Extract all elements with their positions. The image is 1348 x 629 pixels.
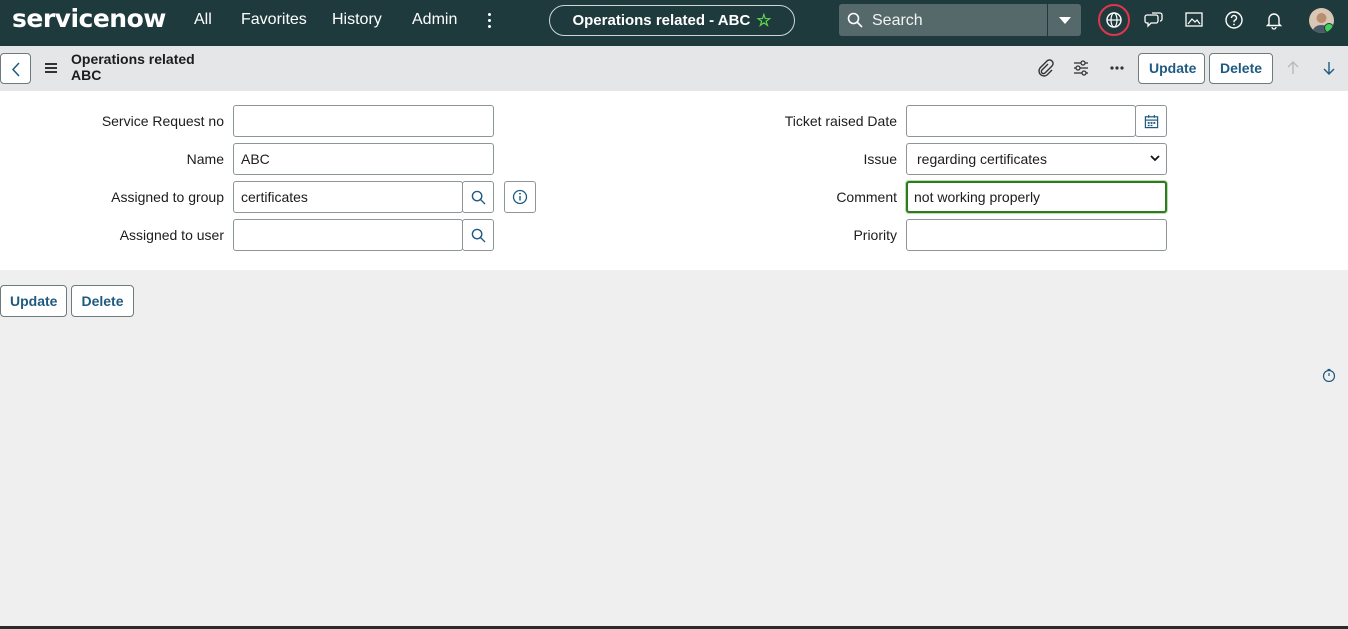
arrow-down-icon[interactable] — [1319, 58, 1339, 78]
search-scope-dropdown[interactable] — [1047, 4, 1081, 36]
assigned-to-user-field[interactable] — [233, 219, 463, 251]
service-request-no-field[interactable] — [233, 105, 494, 137]
settings-sliders-icon[interactable] — [1071, 58, 1091, 78]
calendar-picker-button[interactable] — [1135, 105, 1167, 137]
assigned-to-user-label: Assigned to user — [119, 227, 224, 243]
ticket-raised-date-field[interactable] — [906, 105, 1136, 137]
info-icon — [512, 189, 528, 205]
record-title: Operations related ABC — [71, 51, 195, 83]
nav-all[interactable]: All — [194, 11, 212, 29]
help-icon[interactable] — [1223, 9, 1245, 31]
comment-label: Comment — [836, 189, 897, 205]
record-pill-text: Operations related - ABC — [572, 12, 751, 29]
search-icon — [471, 190, 486, 205]
name-label: Name — [186, 151, 224, 167]
search-icon — [847, 12, 863, 28]
nav-admin[interactable]: Admin — [412, 11, 457, 29]
service-request-no-label: Service Request no — [101, 113, 224, 129]
attachment-icon[interactable] — [1035, 58, 1055, 78]
priority-field[interactable] — [906, 219, 1167, 251]
delete-button-header[interactable]: Delete — [1209, 53, 1273, 84]
timer-icon[interactable] — [1322, 368, 1336, 382]
favorite-star-icon[interactable]: ☆ — [756, 11, 771, 31]
chat-icon[interactable] — [1143, 9, 1165, 31]
nav-history[interactable]: History — [332, 11, 382, 29]
issue-selected-value: regarding certificates — [917, 151, 1047, 167]
globe-icon — [1106, 12, 1122, 28]
update-button-footer[interactable]: Update — [0, 285, 67, 317]
picture-icon[interactable] — [1183, 9, 1205, 31]
form-body: Service Request no Name ABC Assigned to … — [0, 91, 1348, 270]
update-button-header[interactable]: Update — [1138, 53, 1205, 84]
ticket-raised-date-label: Ticket raised Date — [784, 113, 897, 129]
assigned-to-group-field[interactable]: certificates — [233, 181, 463, 213]
name-field[interactable]: ABC — [233, 143, 494, 175]
chevron-down-icon — [1150, 155, 1160, 162]
issue-select[interactable]: regarding certificates — [906, 143, 1167, 175]
more-menu-icon[interactable] — [483, 10, 495, 30]
context-menu-icon[interactable] — [45, 63, 57, 75]
record-title-line2: ABC — [71, 67, 102, 83]
record-title-pill[interactable]: Operations related - ABC ☆ — [549, 5, 795, 36]
issue-label: Issue — [863, 151, 897, 167]
servicenow-logo[interactable]: servicenow — [12, 4, 166, 33]
assigned-to-user-lookup-button[interactable] — [462, 219, 494, 251]
assigned-to-group-label: Assigned to group — [111, 189, 224, 205]
delete-button-footer[interactable]: Delete — [71, 285, 134, 317]
global-search[interactable]: Search — [839, 4, 1081, 36]
more-icon[interactable] — [1107, 58, 1127, 78]
user-avatar[interactable] — [1309, 8, 1334, 33]
search-placeholder: Search — [872, 12, 923, 29]
record-title-line1: Operations related — [71, 51, 195, 67]
globe-button[interactable] — [1098, 4, 1130, 36]
group-info-button[interactable] — [504, 181, 536, 213]
calendar-icon — [1144, 114, 1159, 129]
comment-field[interactable]: not working properly — [906, 181, 1167, 213]
priority-label: Priority — [853, 227, 897, 243]
arrow-up-icon[interactable] — [1283, 58, 1303, 78]
nav-favorites[interactable]: Favorites — [241, 11, 307, 29]
search-icon — [471, 228, 486, 243]
top-navigation: servicenow All Favorites History Admin O… — [0, 0, 1348, 46]
assigned-to-group-lookup-button[interactable] — [462, 181, 494, 213]
bell-icon[interactable] — [1263, 9, 1285, 31]
form-header: Operations related ABC Update Delete — [0, 46, 1348, 91]
chevron-left-icon — [11, 62, 20, 77]
back-button[interactable] — [0, 53, 31, 84]
